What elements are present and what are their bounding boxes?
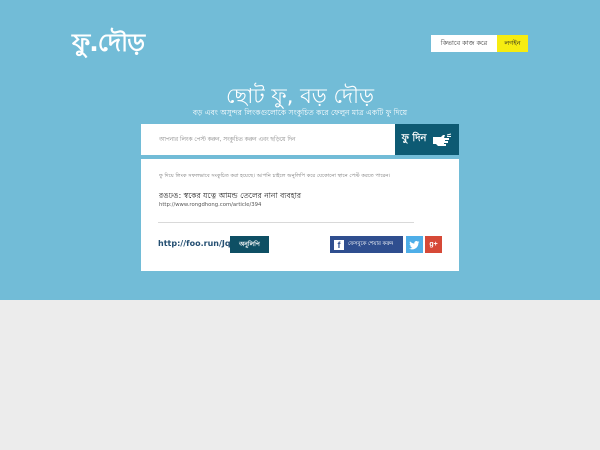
login-button[interactable]: লগইন bbox=[497, 35, 528, 52]
page-subheadline: বড় এবং অসুন্দর লিংকগুলোকে সংকুচিত করে ফ… bbox=[192, 108, 408, 117]
facebook-icon: f bbox=[334, 239, 344, 250]
shorten-button[interactable]: ফু দিন bbox=[395, 124, 459, 155]
shorten-button-label: ফু দিন bbox=[401, 133, 427, 144]
how-it-works-link[interactable]: কিভাবে কাজ করে bbox=[431, 35, 497, 52]
top-nav: কিভাবে কাজ করে লগইন bbox=[431, 35, 528, 52]
divider bbox=[158, 222, 414, 223]
twitter-icon bbox=[409, 235, 420, 254]
google-plus-icon: g+ bbox=[429, 241, 438, 248]
shorten-form: ফু দিন bbox=[141, 124, 459, 155]
original-url: http://www.rongdhong.com/article/394 bbox=[159, 202, 262, 208]
twitter-share-button[interactable] bbox=[406, 236, 423, 253]
page-headline: ছোট ফু, বড় দৌড় bbox=[225, 84, 375, 108]
googleplus-share-button[interactable]: g+ bbox=[425, 236, 442, 253]
facebook-share-button[interactable]: f ফেসবুকে শেয়ার করুন bbox=[330, 236, 403, 253]
short-url-link[interactable]: http://foo.run/Jqb bbox=[158, 238, 236, 250]
copy-button[interactable]: অনুলিপি bbox=[230, 236, 269, 253]
link-title: রঙঢঙ: স্বকের যত্নে আমন্ড তেলের নানা ব্যব… bbox=[159, 191, 302, 200]
facebook-share-label: ফেসবুকে শেয়ার করুন bbox=[348, 240, 394, 247]
site-logo[interactable]: ফু.দৌড় bbox=[72, 26, 145, 60]
hand-blow-icon bbox=[432, 133, 452, 147]
success-message: ফু দিয়ে লিংক সফলভাবে সংকুচিত করা হয়েছে… bbox=[159, 173, 391, 179]
url-input[interactable] bbox=[141, 124, 395, 155]
result-card: ফু দিয়ে লিংক সফলভাবে সংকুচিত করা হয়েছে… bbox=[141, 159, 459, 271]
